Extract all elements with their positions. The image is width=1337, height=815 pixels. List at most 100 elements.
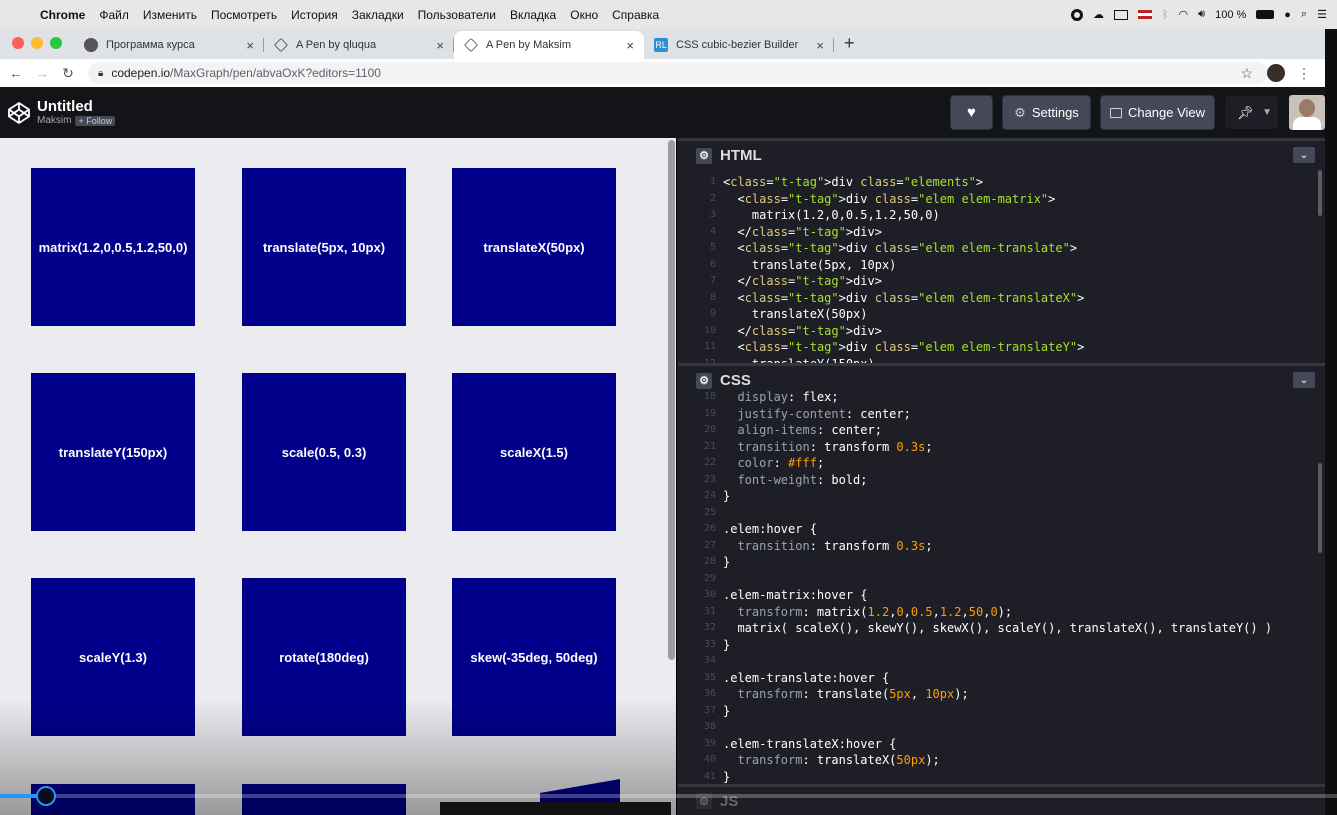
menu-item[interactable]: Пользователи <box>418 8 496 22</box>
preview-scrollbar[interactable] <box>668 140 675 660</box>
battery-icon[interactable] <box>1256 10 1275 19</box>
minimize-window-button[interactable] <box>31 37 43 49</box>
pen-author[interactable]: Maksim <box>37 115 71 126</box>
display-icon[interactable] <box>1113 9 1128 20</box>
html-editor-scrollbar[interactable] <box>1318 170 1322 216</box>
close-icon[interactable]: × <box>436 38 444 53</box>
menu-item[interactable]: Справка <box>612 8 659 22</box>
chevron-down-icon[interactable]: ⌄ <box>1293 372 1315 388</box>
flag-icon[interactable] <box>1137 10 1152 19</box>
video-progress-bar[interactable] <box>0 794 1337 798</box>
browser-tab[interactable]: A Pen by Maksim × <box>454 31 644 59</box>
html-code-area[interactable]: 1 <class="t-tag">div class="elements"> 2 <… <box>678 170 1325 366</box>
spotlight-icon[interactable]: ⌕ <box>1301 8 1307 21</box>
line-number: 21 <box>703 440 716 452</box>
code-line: matrix(1.2,0,0.5,1.2,50,0) <box>723 208 940 222</box>
menu-app[interactable]: Chrome <box>40 8 85 22</box>
menu-item[interactable]: Файл <box>99 8 129 22</box>
menu-item[interactable]: Вкладка <box>510 8 556 22</box>
close-icon[interactable]: × <box>816 38 824 53</box>
code-line: transition: transform 0.3s; <box>737 439 933 454</box>
address-bar[interactable]: 🔒︎ codepen.io/MaxGraph/pen/abvaOxK?edito… <box>88 62 1268 84</box>
css-editor-scrollbar[interactable] <box>1318 463 1322 553</box>
back-icon[interactable]: ← <box>6 65 26 81</box>
close-icon[interactable]: × <box>626 38 634 53</box>
line-number: 24 <box>703 490 716 501</box>
code-line: <class="t-tag">div class="elements"> <box>723 175 984 189</box>
record-icon[interactable] <box>1070 8 1083 21</box>
code-line: align-items: center; <box>737 423 882 437</box>
love-button[interactable]: ♥ <box>950 95 993 130</box>
settings-button[interactable]: ⚙ Settings <box>1002 95 1091 130</box>
lock-icon[interactable]: 🔒︎ <box>98 68 103 79</box>
preview-element[interactable]: translateX(50px) <box>452 168 616 326</box>
profile-avatar[interactable] <box>1267 64 1285 82</box>
line-number: 39 <box>703 737 716 749</box>
new-tab-button[interactable]: + <box>834 33 865 59</box>
preview-element[interactable]: translateY(150px) <box>31 373 195 531</box>
gear-icon[interactable]: ⚙ <box>696 372 712 389</box>
tab-title: A Pen by qluqua <box>296 39 377 51</box>
line-number: 28 <box>703 556 716 567</box>
gear-icon: ⚙ <box>1014 104 1026 120</box>
line-number: 26 <box>703 523 716 534</box>
pin-button[interactable]: 📌︎ ▼ <box>1224 95 1279 130</box>
chevron-down-icon[interactable]: ⌄ <box>1293 147 1315 163</box>
user-icon[interactable]: ● <box>1284 9 1291 21</box>
codepen-logo-icon[interactable] <box>7 101 31 125</box>
menu-item[interactable]: Посмотреть <box>211 8 277 22</box>
control-center-icon[interactable]: ☰ <box>1317 8 1327 21</box>
mac-menubar: Chrome Файл Изменить Посмотреть История Закл… <box>0 0 1337 29</box>
gear-icon[interactable]: ⚙ <box>696 147 712 164</box>
code-line: transform: translateX(50px); <box>737 753 940 767</box>
browser-tab[interactable]: Программа курса × <box>74 31 264 59</box>
zoom-window-button[interactable] <box>50 37 62 49</box>
preview-element[interactable]: matrix(1.2,0,0.5,1.2,50,0) <box>31 168 195 326</box>
code-line: .elem-translate:hover { <box>723 670 890 685</box>
close-icon[interactable]: × <box>246 38 254 53</box>
preview-element[interactable]: translate(5px, 10px) <box>242 168 406 326</box>
browser-tab[interactable]: A Pen by qluqua × <box>264 31 454 59</box>
user-avatar[interactable] <box>1289 95 1325 130</box>
bluetooth-icon[interactable]: ᛒ <box>1162 9 1169 21</box>
line-number: 31 <box>703 605 716 617</box>
browser-tab[interactable]: RL CSS cubic-bezier Builder × <box>644 31 834 59</box>
code-line: matrix( scaleX(), skewY(), skewX(), scal… <box>723 621 1273 635</box>
wifi-icon[interactable]: ◠ <box>1179 8 1189 21</box>
code-line: } <box>723 703 731 718</box>
preview-element[interactable]: scale(0.5, 0.3) <box>242 373 406 531</box>
line-number: 19 <box>703 407 716 419</box>
pen-title[interactable]: Untitled <box>37 99 115 115</box>
forward-icon[interactable]: → <box>32 65 52 81</box>
line-number: 27 <box>703 539 716 551</box>
volume-icon[interactable]: 🔊︎ <box>1198 8 1205 21</box>
code-line: } <box>723 489 731 503</box>
line-number: 2 <box>709 192 716 204</box>
change-view-button[interactable]: Change View <box>1100 95 1215 130</box>
code-line: <class="t-tag">div class="elem elem-tran… <box>723 241 1078 255</box>
menu-item[interactable]: Закладки <box>352 8 404 22</box>
code-line: transform: translate(5px, 10px); <box>737 687 969 701</box>
close-window-button[interactable] <box>12 37 24 49</box>
rl-icon: RL <box>654 38 668 52</box>
cloud-icon[interactable]: ☁ <box>1093 8 1104 21</box>
menu-item[interactable]: Изменить <box>143 8 197 22</box>
code-line: } <box>723 637 731 652</box>
code-line: translate(5px, 10px) <box>723 257 897 272</box>
chevron-down-icon[interactable]: ▼ <box>1262 107 1272 118</box>
globe-icon <box>84 38 98 52</box>
line-number: 29 <box>703 572 716 584</box>
html-editor-header: ⚙ HTML ⌄ <box>678 138 1325 170</box>
reload-icon[interactable]: ↻ <box>58 65 78 82</box>
code-line: justify-content: center; <box>737 406 911 421</box>
bookmark-star-icon[interactable]: ☆ <box>1240 65 1253 82</box>
follow-button[interactable]: + Follow <box>75 115 116 126</box>
video-progress-knob[interactable] <box>36 786 56 806</box>
menu-item[interactable]: Окно <box>570 8 598 22</box>
line-number: 32 <box>703 622 716 633</box>
preview-pane: matrix(1.2,0,0.5,1.2,50,0) translate(5px,… <box>0 138 677 815</box>
menu-item[interactable]: История <box>291 8 338 22</box>
css-code-area[interactable]: 18 display: flex; 19 justify-content: cen… <box>678 390 1325 784</box>
preview-element[interactable]: scaleX(1.5) <box>452 373 616 531</box>
chrome-menu-icon[interactable]: ⋮ <box>1297 65 1311 82</box>
